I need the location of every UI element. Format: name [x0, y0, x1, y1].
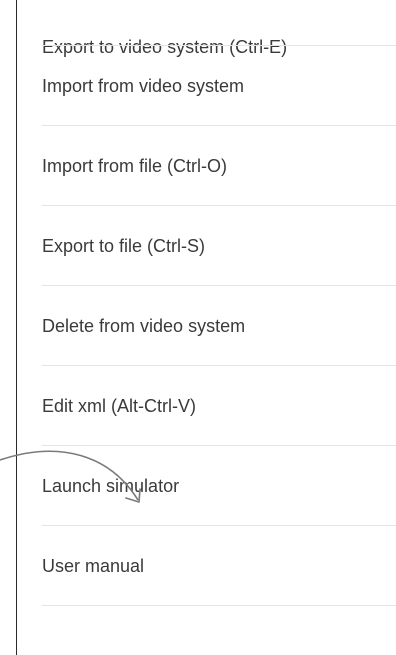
menu-panel: Export to video system (Ctrl-E) Import f…: [16, 0, 396, 655]
page: Export to video system (Ctrl-E) Import f…: [0, 0, 396, 655]
menu-item-import-from-video-system[interactable]: Import from video system: [17, 46, 396, 126]
menu-item-user-manual[interactable]: User manual: [17, 526, 396, 606]
menu-item-export-to-video-system[interactable]: Export to video system (Ctrl-E): [17, 0, 396, 57]
menu-item-import-from-file[interactable]: Import from file (Ctrl-O): [17, 126, 396, 206]
menu-item-launch-simulator[interactable]: Launch simulator: [17, 446, 396, 526]
menu-item-export-to-file[interactable]: Export to file (Ctrl-S): [17, 206, 396, 286]
menu-item-delete-from-video-system[interactable]: Delete from video system: [17, 286, 396, 366]
menu-item-edit-xml[interactable]: Edit xml (Alt-Ctrl-V): [17, 366, 396, 446]
